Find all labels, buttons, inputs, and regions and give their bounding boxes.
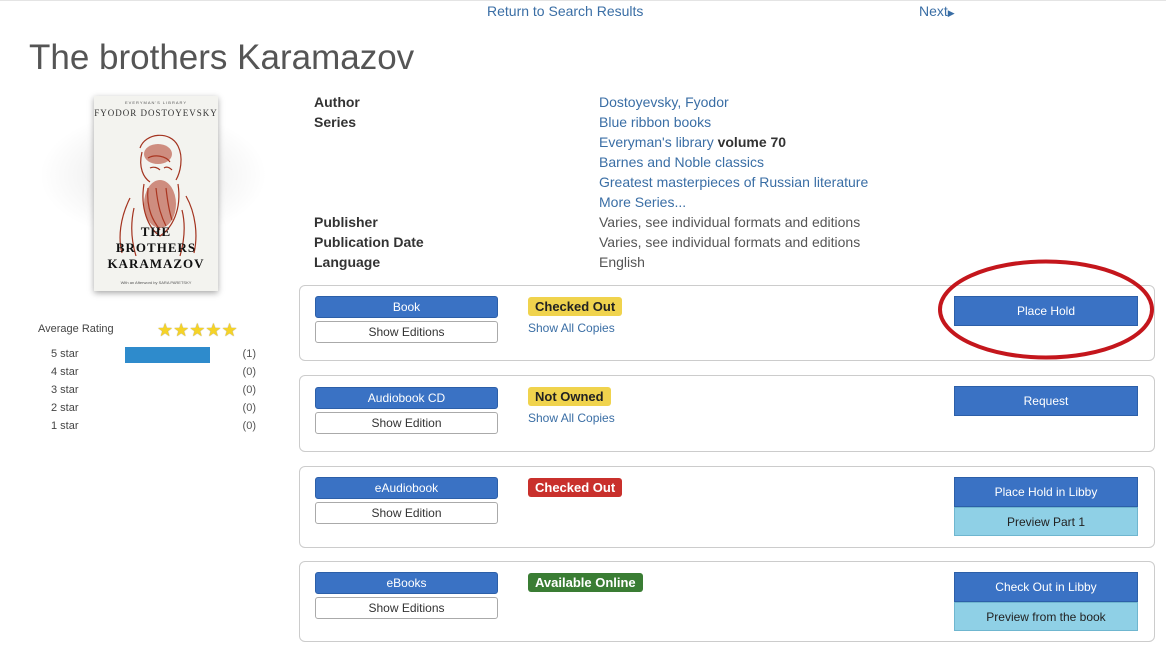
details-row-publisher: Publisher Varies, see individual formats…: [314, 212, 934, 232]
request-button[interactable]: Request: [954, 386, 1138, 416]
details-row-series: Series Blue ribbon books: [314, 112, 934, 132]
cover-title-line: BROTHERS: [115, 240, 197, 255]
rating-row-count: (0): [242, 402, 256, 414]
place-hold-in-libby-button[interactable]: Place Hold in Libby: [954, 477, 1138, 507]
series-link[interactable]: Blue ribbon books: [599, 114, 711, 130]
publication-date-value: Varies, see individual formats and editi…: [599, 234, 861, 250]
format-button-audiobook-cd[interactable]: Audiobook CD: [315, 387, 498, 409]
rating-row-count: (0): [242, 366, 256, 378]
status-badge: Checked Out: [528, 478, 623, 497]
series-volume: volume 70: [717, 134, 787, 150]
rating-row-label: 4 star: [51, 366, 79, 378]
author-label: Author: [314, 94, 360, 110]
details-row-more-series: More Series...: [314, 192, 934, 212]
details-row-series: Everyman's library volume 70: [314, 132, 934, 152]
details-row-language: Language English: [314, 252, 934, 272]
show-edition-button[interactable]: Show Edition: [315, 412, 498, 434]
details-row-pubdate: Publication Date Varies, see individual …: [314, 232, 934, 252]
status-badge: Checked Out: [528, 297, 623, 316]
format-panel-ebooks: eBooks Show Editions Available Online Ch…: [299, 561, 1155, 642]
rating-row-count: (1): [242, 348, 256, 360]
series-label: Series: [314, 114, 357, 130]
format-panel-book: Book Show Editions Checked Out Show All …: [299, 285, 1155, 361]
cover-publisher: EVERYMAN'S LIBRARY: [125, 100, 187, 105]
details-list: Author Dostoyevsky, Fyodor Series Blue r…: [314, 92, 934, 272]
cover-footer: With an Afterword by SARA PARETSKY: [120, 280, 192, 285]
book-cover[interactable]: EVERYMAN'S LIBRARY FYODOR DOSTOYEVSKY TH…: [94, 96, 218, 291]
status-badge: Available Online: [528, 573, 643, 592]
rating-row-count: (0): [242, 384, 256, 396]
series-link[interactable]: Everyman's library: [599, 134, 714, 150]
page-title: The brothers Karamazov: [29, 38, 415, 77]
caret-right-icon: ▶: [947, 8, 955, 18]
publisher-label: Publisher: [314, 214, 378, 230]
format-button-ebooks[interactable]: eBooks: [315, 572, 498, 594]
preview-from-book-button[interactable]: Preview from the book: [954, 602, 1138, 631]
next-link[interactable]: Next▶: [919, 3, 955, 19]
check-out-in-libby-button[interactable]: Check Out in Libby: [954, 572, 1138, 602]
details-row-series: Barnes and Noble classics: [314, 152, 934, 172]
language-value: English: [599, 254, 645, 270]
format-button-book[interactable]: Book: [315, 296, 498, 318]
return-to-search-link[interactable]: Return to Search Results: [487, 3, 643, 19]
next-link-label: Next: [919, 3, 948, 19]
publication-date-label: Publication Date: [314, 234, 424, 250]
show-editions-button[interactable]: Show Editions: [315, 321, 498, 343]
series-link[interactable]: Greatest masterpieces of Russian literat…: [599, 174, 868, 190]
preview-part-button[interactable]: Preview Part 1: [954, 507, 1138, 536]
show-edition-button[interactable]: Show Edition: [315, 502, 498, 524]
star-rating-icon[interactable]: ★★★★★: [157, 320, 238, 340]
rating-row-label: 2 star: [51, 402, 79, 414]
cover-title: THE BROTHERS KARAMAZOV: [94, 224, 218, 272]
top-divider: [0, 0, 1166, 1]
publisher-value: Varies, see individual formats and editi…: [599, 214, 861, 230]
status-badge: Not Owned: [528, 387, 611, 406]
details-row-author: Author Dostoyevsky, Fyodor: [314, 92, 934, 112]
rating-bar: [125, 347, 210, 363]
show-all-copies-link[interactable]: Show All Copies: [528, 411, 615, 425]
more-series-link[interactable]: More Series...: [599, 194, 686, 210]
format-panel-audiobook-cd: Audiobook CD Show Edition Not Owned Show…: [299, 375, 1155, 452]
details-row-series: Greatest masterpieces of Russian literat…: [314, 172, 934, 192]
cover-title-line: THE: [140, 224, 172, 239]
format-panel-eaudiobook: eAudiobook Show Edition Checked Out Plac…: [299, 466, 1155, 548]
language-label: Language: [314, 254, 381, 270]
place-hold-button[interactable]: Place Hold: [954, 296, 1138, 326]
rating-row-label: 5 star: [51, 348, 79, 360]
rating-row-label: 1 star: [51, 420, 79, 432]
cover-author: FYODOR DOSTOYEVSKY: [94, 108, 218, 118]
average-rating-label: Average Rating: [38, 323, 114, 335]
rating-row-label: 3 star: [51, 384, 79, 396]
series-link[interactable]: Barnes and Noble classics: [599, 154, 764, 170]
format-button-eaudiobook[interactable]: eAudiobook: [315, 477, 498, 499]
rating-row-count: (0): [242, 420, 256, 432]
author-link[interactable]: Dostoyevsky, Fyodor: [599, 94, 729, 110]
cover-title-line: KARAMAZOV: [107, 256, 205, 271]
show-all-copies-link[interactable]: Show All Copies: [528, 321, 615, 335]
show-editions-button[interactable]: Show Editions: [315, 597, 498, 619]
